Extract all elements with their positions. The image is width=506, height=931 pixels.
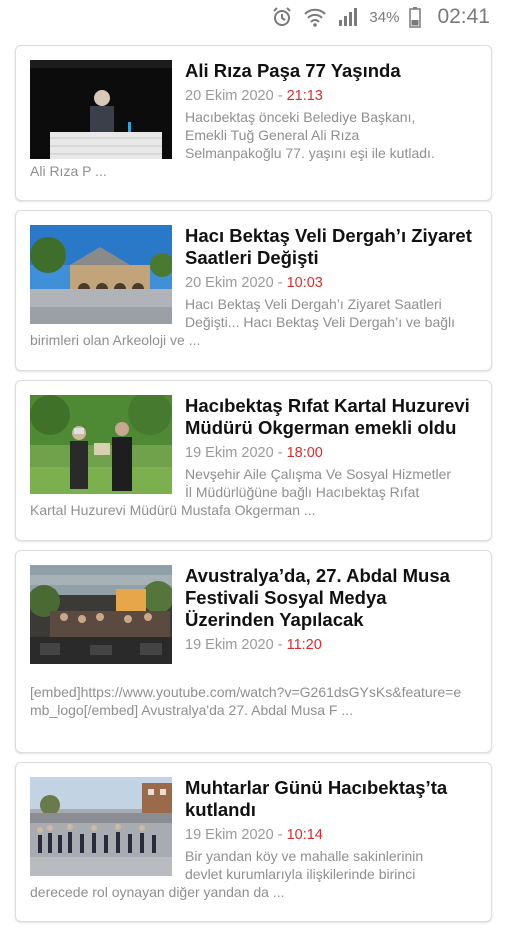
meta-separator: - xyxy=(277,275,283,291)
meta-separator: - xyxy=(277,827,283,843)
news-card[interactable]: Avustralya’da, 27. Abdal Musa Festivali … xyxy=(15,550,492,753)
article-title[interactable]: Muhtarlar Günü Hacıbektaş’ta kutlandı xyxy=(185,777,477,821)
article-date: 20 Ekim 2020 xyxy=(185,275,274,291)
article-meta: 19 Ekim 2020 - 10:14 xyxy=(185,827,477,843)
article-time: 10:03 xyxy=(286,275,323,291)
article-meta: 19 Ekim 2020 - 11:20 xyxy=(185,637,477,653)
article-title[interactable]: Hacı Bektaş Veli Dergah’ı Ziyaret Saatle… xyxy=(185,225,477,269)
article-thumbnail[interactable] xyxy=(30,777,172,876)
excerpt-line: Nevşehir Aile Çalışma Ve Sosyal Hizmetle… xyxy=(185,466,452,482)
excerpt-line: Değişti... Hacı Bektaş Veli Dergah’ı ve … xyxy=(185,314,456,330)
excerpt-line: Ali Rıza P ... xyxy=(30,163,107,179)
news-card[interactable]: Hacıbektaş Rıfat Kartal Huzurevi Müdürü … xyxy=(15,380,492,541)
alarm-icon xyxy=(271,6,293,28)
excerpt-line: Bir yandan köy ve mahalle sakinlerinin xyxy=(185,848,424,864)
meta-separator: - xyxy=(277,637,283,653)
excerpt-line: Selmanpakoğlu 77. yaşını eşi ile kutladı… xyxy=(185,145,435,161)
excerpt-line: Hacıbektaş önceki Belediye Başkanı, xyxy=(185,109,416,125)
article-title[interactable]: Ali Rıza Paşa 77 Yaşında xyxy=(185,60,477,82)
article-date: 19 Ekim 2020 xyxy=(185,827,274,843)
article-title[interactable]: Hacıbektaş Rıfat Kartal Huzurevi Müdürü … xyxy=(185,395,477,439)
article-thumbnail[interactable] xyxy=(30,225,172,324)
article-meta: 20 Ekim 2020 - 10:03 xyxy=(185,275,477,291)
article-date: 19 Ekim 2020 xyxy=(185,445,274,461)
article-title[interactable]: Avustralya’da, 27. Abdal Musa Festivali … xyxy=(185,565,477,631)
excerpt-line: [embed]https://www.youtube.com/watch?v=G… xyxy=(30,684,462,718)
status-bar: 34% 02:41 xyxy=(0,0,506,34)
article-time: 21:13 xyxy=(286,88,323,104)
excerpt-line: İl Müdürlüğüne bağlı Hacıbektaş Rıfat xyxy=(185,484,420,500)
article-meta: 19 Ekim 2020 - 18:00 xyxy=(185,445,477,461)
meta-separator: - xyxy=(277,88,283,104)
wifi-icon xyxy=(303,6,327,28)
excerpt-line: birimleri olan Arkeoloji ve ... xyxy=(30,332,201,348)
excerpt-line: Kartal Huzurevi Müdürü Mustafa Okgerman … xyxy=(30,502,316,518)
article-thumbnail[interactable] xyxy=(30,565,172,664)
article-time: 11:20 xyxy=(286,637,322,653)
article-meta: 20 Ekim 2020 - 21:13 xyxy=(185,88,477,104)
news-card[interactable]: Hacı Bektaş Veli Dergah’ı Ziyaret Saatle… xyxy=(15,210,492,371)
article-time: 18:00 xyxy=(286,445,323,461)
article-date: 20 Ekim 2020 xyxy=(185,88,274,104)
clock: 02:41 xyxy=(437,5,490,28)
news-card[interactable]: Muhtarlar Günü Hacıbektaş’ta kutlandı 19… xyxy=(15,762,492,922)
article-thumbnail[interactable] xyxy=(30,60,172,159)
news-card[interactable]: Ali Rıza Paşa 77 Yaşında 20 Ekim 2020 - … xyxy=(15,45,492,201)
battery-icon xyxy=(409,6,422,28)
excerpt-line: devlet kurumlarıyla ilişkilerinde birinc… xyxy=(185,866,416,882)
excerpt-line: Emekli Tuğ General Ali Rıza xyxy=(185,127,360,143)
news-feed: Ali Rıza Paşa 77 Yaşında 20 Ekim 2020 - … xyxy=(15,45,492,931)
excerpt-line: derecede rol oynayan diğer yandan da ... xyxy=(30,884,285,900)
signal-icon xyxy=(337,6,359,28)
article-excerpt: [embed]https://www.youtube.com/watch?v=G… xyxy=(30,683,477,719)
battery-percent: 34% xyxy=(369,8,400,26)
article-time: 10:14 xyxy=(286,827,323,843)
article-thumbnail[interactable] xyxy=(30,395,172,494)
excerpt-line: Hacı Bektaş Veli Dergah’ı Ziyaret Saatle… xyxy=(185,296,442,312)
meta-separator: - xyxy=(277,445,283,461)
article-date: 19 Ekim 2020 xyxy=(185,637,274,653)
